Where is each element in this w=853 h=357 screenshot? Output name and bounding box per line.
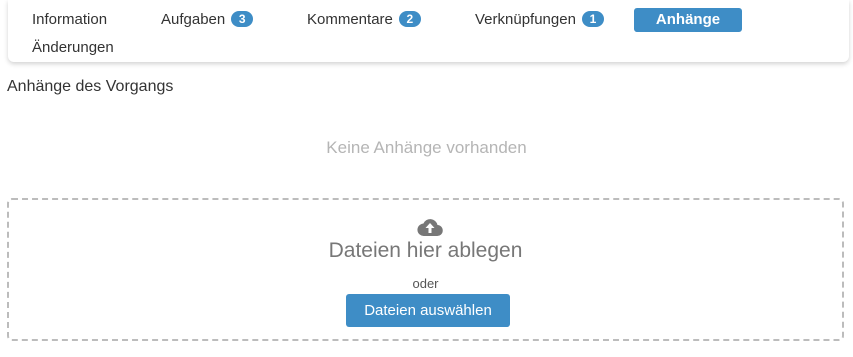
select-files-button[interactable]: Dateien auswählen	[346, 294, 510, 327]
count-badge: 2	[398, 11, 421, 27]
empty-attachments-message: Keine Anhänge vorhanden	[326, 138, 527, 157]
file-dropzone[interactable]: Dateien hier ablegen oder Dateien auswäh…	[7, 198, 844, 341]
dropzone-or-text: oder	[412, 276, 439, 291]
tab-label: Information	[32, 11, 108, 28]
count-badge: 3	[231, 11, 254, 27]
tab-aenderungen[interactable]: Änderungen	[32, 36, 114, 60]
tab-bar: Information Aufgaben 3 Kommentare 2 Verknü…	[8, 0, 849, 62]
tab-label: Änderungen	[32, 39, 114, 56]
tab-label: Kommentare	[307, 11, 393, 28]
tab-aufgaben[interactable]: Aufgaben 3	[161, 8, 254, 32]
tab-label: Verknüpfungen	[475, 11, 576, 28]
count-badge: 1	[581, 11, 604, 27]
section-title: Anhänge des Vorgangs	[7, 78, 174, 95]
dropzone-title: Dateien hier ablegen	[328, 239, 523, 262]
tab-information[interactable]: Information	[32, 8, 107, 32]
tab-kommentare[interactable]: Kommentare 2	[307, 8, 421, 32]
tab-verknuepfungen[interactable]: Verknüpfungen 1	[475, 8, 604, 32]
tab-anhaenge[interactable]: Anhänge	[634, 8, 742, 32]
tab-label: Anhänge	[655, 11, 721, 28]
tab-label: Aufgaben	[161, 11, 226, 28]
cloud-upload-icon	[417, 217, 443, 237]
